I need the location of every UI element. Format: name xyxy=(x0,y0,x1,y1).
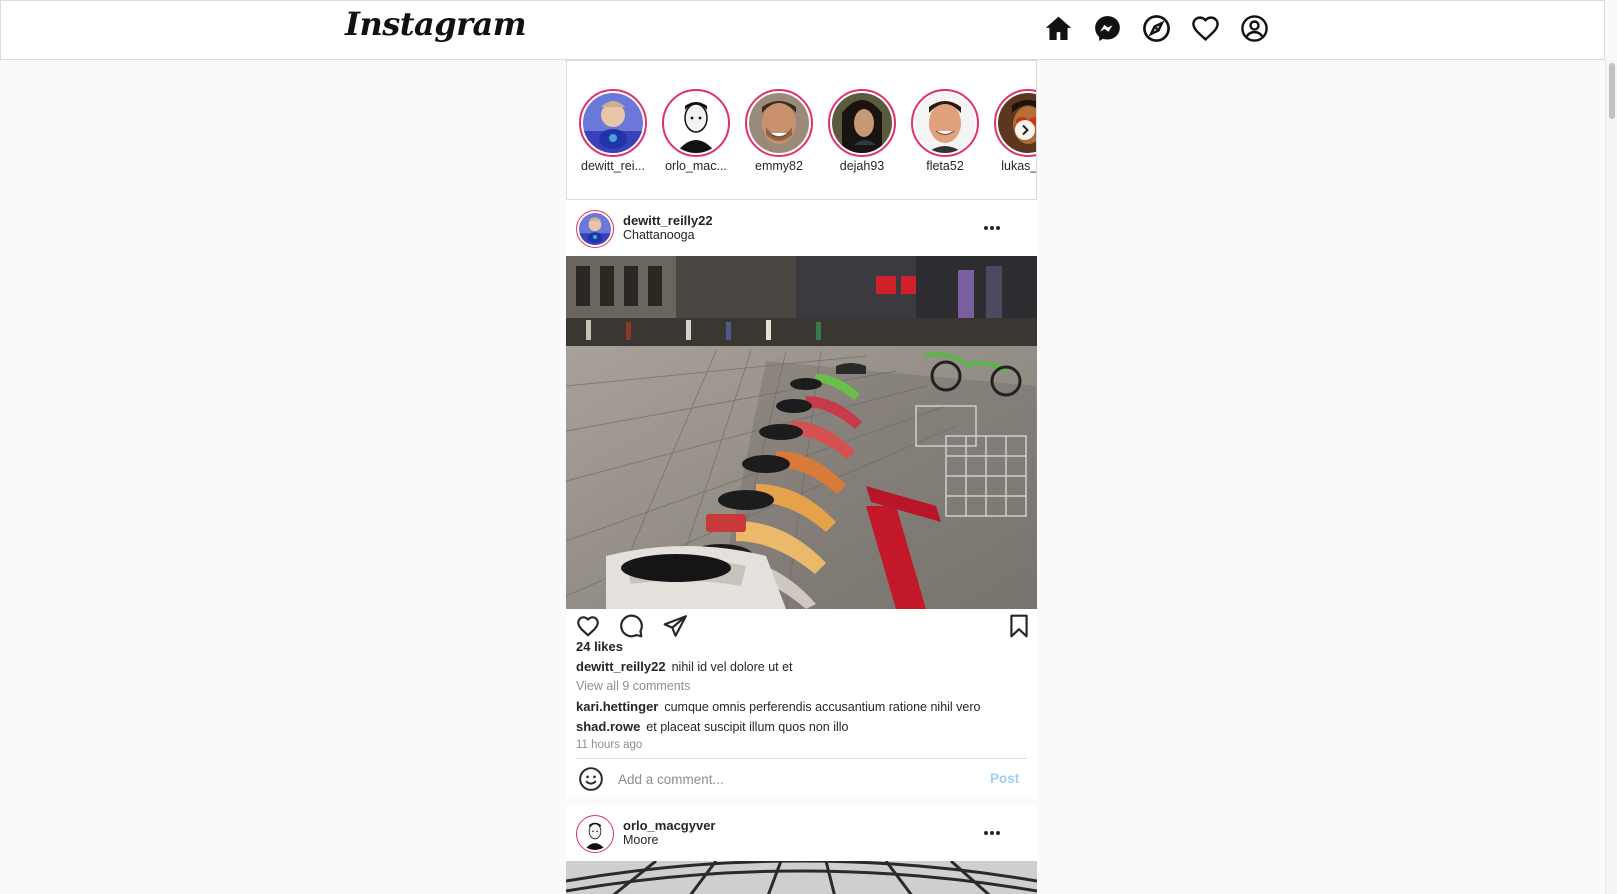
view-all-comments-link[interactable]: View all 9 comments xyxy=(576,679,690,693)
home-icon[interactable] xyxy=(1044,14,1073,43)
post-location[interactable]: Chattanooga xyxy=(623,228,695,242)
more-options-icon[interactable] xyxy=(981,218,1003,238)
post-image[interactable] xyxy=(566,256,1037,609)
post-location[interactable]: Moore xyxy=(623,833,658,847)
post-header: orlo_macgyver Moore xyxy=(566,805,1037,861)
like-heart-icon[interactable] xyxy=(575,613,601,639)
more-options-icon[interactable] xyxy=(981,823,1003,843)
story-avatar xyxy=(915,93,975,153)
caption-username[interactable]: dewitt_reilly22 xyxy=(576,659,666,674)
story-item[interactable]: dewitt_rei... xyxy=(576,89,650,173)
post-avatar-ring[interactable] xyxy=(576,210,614,248)
comment-row: kari.hettinger cumque omnis perferendis a… xyxy=(576,699,981,714)
activity-heart-icon[interactable] xyxy=(1191,14,1220,43)
feed-post: dewitt_reilly22 Chattanooga 24 likes dew… xyxy=(566,200,1037,799)
story-ring xyxy=(911,89,979,157)
post-comment-button[interactable]: Post xyxy=(990,771,1019,786)
divider xyxy=(576,758,1027,759)
story-avatar xyxy=(832,93,892,153)
page-scrollbar[interactable] xyxy=(1605,60,1617,894)
post-actions xyxy=(566,609,1037,641)
instagram-logo[interactable]: Instagram xyxy=(345,5,527,43)
story-ring xyxy=(662,89,730,157)
post-username[interactable]: orlo_macgyver xyxy=(623,818,716,833)
scrollbar-thumb[interactable] xyxy=(1609,63,1615,119)
post-username[interactable]: dewitt_reilly22 xyxy=(623,213,713,228)
emoji-smiley-icon[interactable] xyxy=(578,766,604,792)
story-username: dejah93 xyxy=(839,159,885,173)
save-bookmark-icon[interactable] xyxy=(1006,613,1032,639)
story-username: emmy82 xyxy=(755,159,803,173)
comment-username[interactable]: kari.hettinger xyxy=(576,699,658,714)
post-caption: dewitt_reilly22 nihil id vel dolore ut et xyxy=(576,659,793,674)
story-item[interactable]: emmy82 xyxy=(742,89,816,173)
story-item[interactable]: orlo_mac... xyxy=(659,89,733,173)
avatar xyxy=(579,213,611,245)
post-avatar-ring[interactable] xyxy=(576,815,614,853)
post-header: dewitt_reilly22 Chattanooga xyxy=(566,200,1037,256)
story-avatar xyxy=(583,93,643,153)
story-username: lukas_o... xyxy=(1001,159,1037,173)
nav-icons xyxy=(1044,14,1269,43)
story-avatar xyxy=(666,93,726,153)
stories-next-chevron-icon[interactable] xyxy=(1015,120,1035,140)
story-username: dewitt_rei... xyxy=(581,159,645,173)
comment-username[interactable]: shad.rowe xyxy=(576,719,640,734)
share-send-icon[interactable] xyxy=(662,613,688,639)
story-username: fleta52 xyxy=(926,159,964,173)
explore-icon[interactable] xyxy=(1142,14,1171,43)
avatar xyxy=(579,818,611,850)
comment-text: cumque omnis perferendis accusantium rat… xyxy=(664,700,981,714)
add-comment-input[interactable] xyxy=(618,767,968,791)
story-ring xyxy=(745,89,813,157)
story-username: orlo_mac... xyxy=(665,159,727,173)
messenger-icon[interactable] xyxy=(1093,14,1122,43)
story-ring xyxy=(828,89,896,157)
comment-icon[interactable] xyxy=(618,613,644,639)
stories-tray: dewitt_rei... orlo_mac... emmy82 dejah93… xyxy=(566,60,1037,200)
likes-count[interactable]: 24 likes xyxy=(576,639,623,654)
comment-text: et placeat suscipit illum quos non illo xyxy=(646,720,849,734)
comment-row: shad.rowe et placeat suscipit illum quos … xyxy=(576,719,849,734)
top-navbar: Instagram xyxy=(0,0,1605,60)
feed-post: orlo_macgyver Moore xyxy=(566,805,1037,894)
story-avatar xyxy=(749,93,809,153)
profile-icon[interactable] xyxy=(1240,14,1269,43)
story-ring xyxy=(579,89,647,157)
post-timestamp: 11 hours ago xyxy=(576,739,643,751)
story-item[interactable]: dejah93 xyxy=(825,89,899,173)
caption-text: nihil id vel dolore ut et xyxy=(671,660,793,674)
post-image[interactable] xyxy=(566,861,1037,894)
story-item[interactable]: fleta52 xyxy=(908,89,982,173)
